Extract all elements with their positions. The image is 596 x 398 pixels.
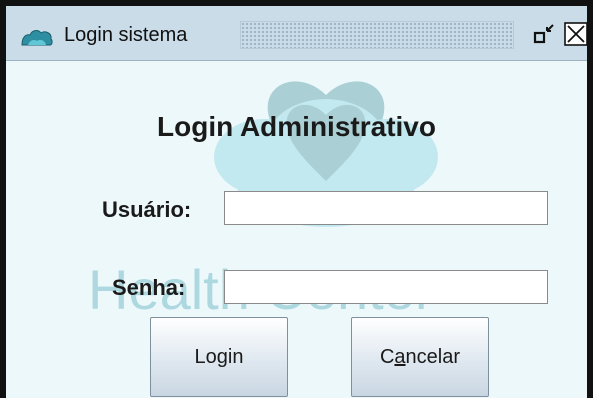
cancel-button[interactable]: Ca ncelar xyxy=(351,317,489,397)
login-label-a: Lo xyxy=(194,345,217,368)
cancel-label-a: C xyxy=(379,345,395,368)
close-icon[interactable] xyxy=(562,20,590,48)
title-bar-grip xyxy=(240,21,514,49)
login-panel: Health Center Login Administrativo Usuár… xyxy=(6,61,587,398)
cancel-label-b: ncelar xyxy=(405,345,461,368)
password-field[interactable] xyxy=(224,270,548,304)
login-button[interactable]: Lo g in xyxy=(150,317,288,397)
cancel-mnemonic: a xyxy=(394,345,406,368)
username-label: Usuário: xyxy=(102,197,192,222)
login-mnemonic: g xyxy=(216,345,228,368)
login-window: Login sistema Health Center Login Admini… xyxy=(0,0,593,398)
login-label-b: in xyxy=(227,345,244,368)
restore-icon[interactable] xyxy=(530,20,558,48)
password-label: Senha: xyxy=(112,275,186,300)
page-title: Login Administrativo xyxy=(157,111,436,142)
title-bar[interactable]: Login sistema xyxy=(6,6,590,61)
app-logo-icon xyxy=(21,30,53,46)
window-title: Login sistema xyxy=(64,24,188,46)
username-field[interactable] xyxy=(224,191,548,225)
